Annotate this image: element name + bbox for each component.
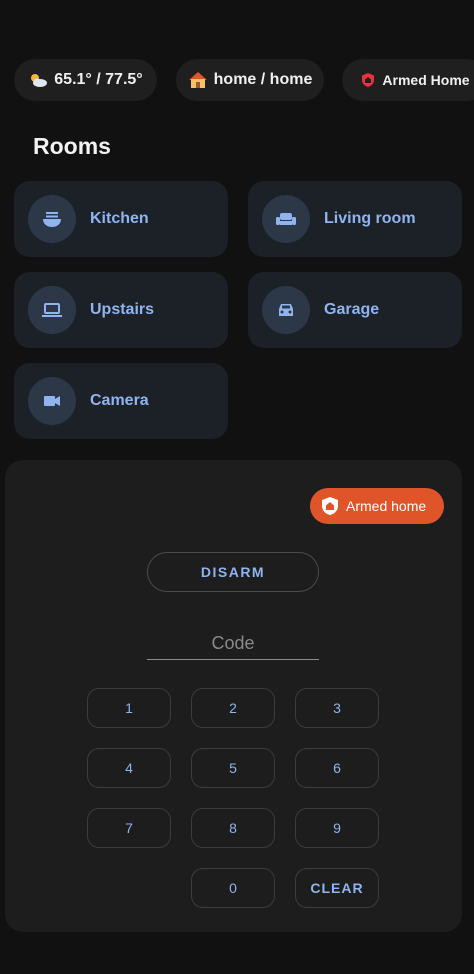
room-label: Kitchen — [90, 210, 149, 227]
car-icon — [262, 286, 310, 334]
presence-chip[interactable]: home / home — [176, 59, 324, 101]
room-card-camera[interactable]: Camera — [14, 363, 228, 439]
room-label: Garage — [324, 301, 380, 318]
weather-chip[interactable]: 65.1° / 77.5° — [14, 59, 157, 101]
alarm-state-label: Armed home — [346, 498, 427, 514]
keypad-key-4[interactable]: 4 — [87, 748, 171, 788]
code-input[interactable] — [147, 632, 319, 655]
keypad-key-1[interactable]: 1 — [87, 688, 171, 728]
shield-icon — [360, 72, 376, 88]
laptop-icon — [28, 286, 76, 334]
noodle-bowl-icon — [28, 195, 76, 243]
keypad-key-7[interactable]: 7 — [87, 808, 171, 848]
weather-label: 65.1° / 77.5° — [54, 71, 143, 88]
video-camera-icon — [28, 377, 76, 425]
sofa-icon — [262, 195, 310, 243]
partly-cloudy-icon — [28, 72, 48, 88]
keypad-key-9[interactable]: 9 — [295, 808, 379, 848]
shield-home-icon — [320, 496, 340, 516]
alarm-state-badge[interactable]: Armed home — [310, 488, 444, 524]
disarm-button[interactable]: DISARM — [147, 552, 319, 592]
room-label: Camera — [90, 392, 149, 409]
house-icon — [188, 71, 208, 89]
room-card-upstairs[interactable]: Upstairs — [14, 272, 228, 348]
room-label: Living room — [324, 210, 416, 227]
alarm-chip-label: Armed Home — [382, 72, 470, 88]
keypad-key-0[interactable]: 0 — [191, 868, 275, 908]
keypad-key-3[interactable]: 3 — [295, 688, 379, 728]
keypad-key-6[interactable]: 6 — [295, 748, 379, 788]
keypad-key-8[interactable]: 8 — [191, 808, 275, 848]
header-chips: 65.1° / 77.5° home / home Armed Home — [14, 59, 474, 101]
keypad-key-5[interactable]: 5 — [191, 748, 275, 788]
room-card-kitchen[interactable]: Kitchen — [14, 181, 228, 257]
code-field[interactable] — [147, 628, 319, 660]
presence-label: home / home — [213, 71, 313, 88]
room-label: Upstairs — [90, 301, 155, 318]
rooms-title: Rooms — [33, 133, 111, 159]
keypad-key-2[interactable]: 2 — [191, 688, 275, 728]
room-card-garage[interactable]: Garage — [248, 272, 462, 348]
room-card-living-room[interactable]: Living room — [248, 181, 462, 257]
keypad-clear-button[interactable]: CLEAR — [295, 868, 379, 908]
alarm-panel: Armed home DISARM 1 2 3 4 5 6 7 8 9 0 CL… — [5, 460, 462, 932]
alarm-chip[interactable]: Armed Home — [342, 59, 474, 101]
